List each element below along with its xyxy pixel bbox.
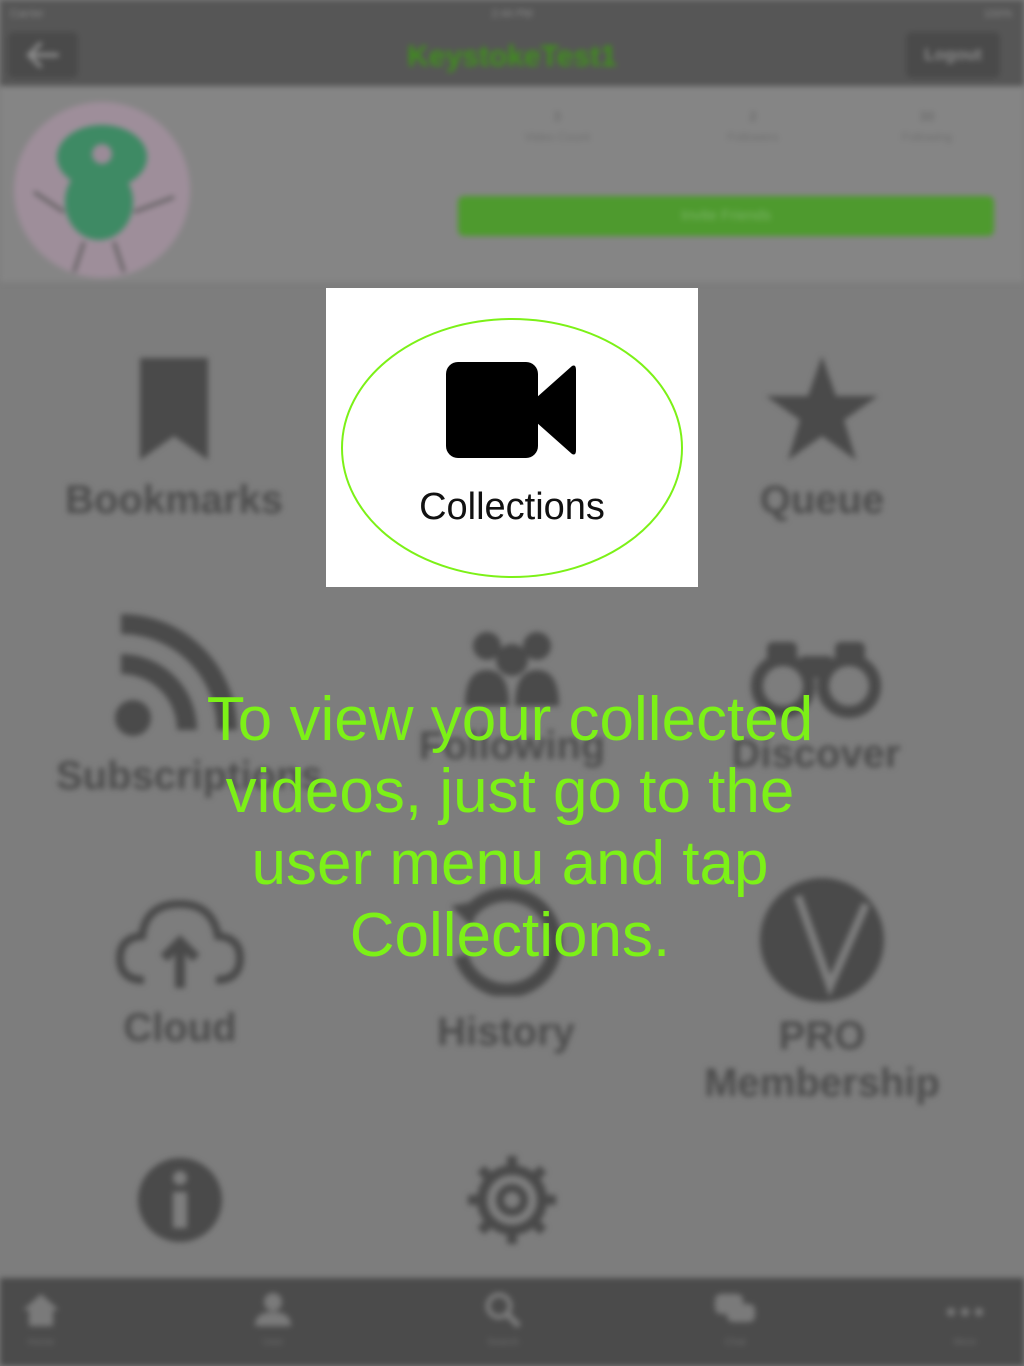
monster-avatar-icon <box>33 125 175 273</box>
gear-icon <box>468 1156 556 1244</box>
menu-label: History <box>437 1010 575 1054</box>
user-icon <box>255 1293 291 1326</box>
tab-label: Search <box>487 1337 519 1348</box>
tab-search[interactable]: Search <box>458 1292 548 1348</box>
status-time: 2:44 PM <box>491 8 533 20</box>
stat-label: Followers <box>727 130 779 144</box>
menu-label-pro: PRO <box>778 1014 866 1058</box>
status-bar: Carrier 2:44 PM 100% <box>0 0 1024 28</box>
menu-label: Queue <box>759 478 885 522</box>
collections-callout: Collections <box>326 288 698 587</box>
video-camera-icon <box>446 362 576 458</box>
search-icon <box>485 1292 522 1329</box>
stat-value: 3 <box>553 108 561 124</box>
chat-icon <box>715 1294 755 1322</box>
more-icon <box>947 1308 983 1316</box>
menu-item-settings[interactable] <box>392 1152 632 1248</box>
stat-following[interactable]: 30 Following <box>872 108 982 144</box>
background-app: Carrier 2:44 PM 100% KeystokeTest1 Logou… <box>0 0 1024 1366</box>
tab-label: Chat <box>724 1337 746 1348</box>
profile-header: 3 Video Count 2 Followers 30 Following I… <box>0 86 1024 282</box>
menu-label: Cloud <box>123 1006 237 1050</box>
callout-label: Collections <box>419 486 605 528</box>
star-icon <box>766 356 878 460</box>
stat-label: Following <box>901 130 953 144</box>
nav-bar: KeystokeTest1 Logout <box>0 28 1024 86</box>
tab-label: More <box>953 1337 977 1348</box>
menu-label-membership: Membership <box>704 1061 940 1105</box>
menu-item-queue[interactable]: Queue <box>702 352 942 523</box>
logout-button[interactable]: Logout <box>906 32 1000 78</box>
stat-followers[interactable]: 2 Followers <box>698 108 808 144</box>
tab-chat[interactable]: Chat <box>690 1292 780 1348</box>
nav-title: KeystokeTest1 <box>407 40 617 73</box>
avatar[interactable] <box>14 102 190 278</box>
menu-item-info[interactable] <box>60 1156 300 1244</box>
stat-value: 30 <box>919 108 935 124</box>
tab-user[interactable]: User <box>228 1292 318 1348</box>
tab-label: User <box>262 1337 284 1348</box>
stat-value: 2 <box>749 108 757 124</box>
tab-bar: Home User Search Chat More <box>0 1278 1024 1366</box>
menu-item-bookmarks[interactable]: Bookmarks <box>54 352 294 523</box>
info-icon <box>138 1158 222 1242</box>
tab-label: Home <box>27 1337 55 1348</box>
tab-home[interactable]: Home <box>0 1292 86 1348</box>
menu-label: Bookmarks <box>65 478 283 522</box>
stat-label: Video Count <box>524 130 590 144</box>
stat-video-count[interactable]: 3 Video Count <box>502 108 612 144</box>
home-icon <box>23 1294 59 1326</box>
tab-more[interactable]: More <box>920 1292 1010 1348</box>
tutorial-message: To view your collected videos, just go t… <box>206 685 814 970</box>
battery-label: 100% <box>983 8 1012 20</box>
bookmark-icon <box>140 358 208 460</box>
invite-friends-button[interactable]: Invite Friends <box>458 196 994 236</box>
